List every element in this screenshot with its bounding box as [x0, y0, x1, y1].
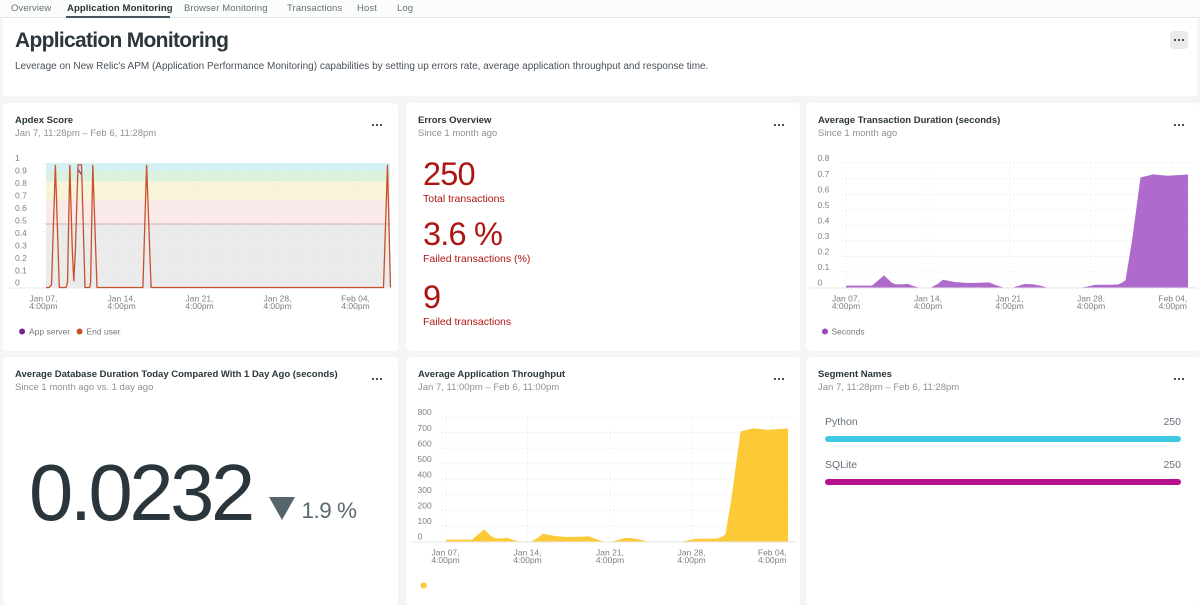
svg-text:4:00pm: 4:00pm [107, 301, 135, 311]
svg-text:400: 400 [418, 469, 432, 479]
svg-text:0.5: 0.5 [15, 215, 27, 225]
svg-text:4:00pm: 4:00pm [185, 301, 213, 311]
svg-text:0.7: 0.7 [818, 169, 830, 179]
svg-text:4:00pm: 4:00pm [1159, 301, 1187, 311]
svg-text:0.7: 0.7 [15, 191, 27, 201]
svg-text:0.2: 0.2 [15, 253, 27, 263]
svg-text:0.3: 0.3 [818, 231, 830, 241]
svg-text:4:00pm: 4:00pm [513, 555, 541, 565]
svg-text:4:00pm: 4:00pm [914, 301, 942, 311]
svg-text:4:00pm: 4:00pm [758, 555, 786, 565]
svg-text:0.1: 0.1 [818, 262, 830, 272]
svg-text:4:00pm: 4:00pm [263, 301, 291, 311]
svg-text:0.3: 0.3 [15, 240, 27, 250]
svg-text:4:00pm: 4:00pm [677, 555, 705, 565]
svg-text:0.5: 0.5 [818, 200, 830, 210]
svg-text:App server: App server [29, 327, 70, 337]
svg-text:1: 1 [15, 153, 20, 163]
svg-text:0.8: 0.8 [818, 153, 830, 163]
svg-text:Seconds: Seconds [832, 327, 865, 337]
svg-text:4:00pm: 4:00pm [1077, 301, 1105, 311]
svg-text:500: 500 [418, 454, 432, 464]
svg-text:200: 200 [418, 501, 432, 511]
svg-text:4:00pm: 4:00pm [29, 301, 57, 311]
svg-text:0.4: 0.4 [15, 228, 27, 238]
svg-text:0.6: 0.6 [15, 203, 27, 213]
svg-text:0.6: 0.6 [818, 184, 830, 194]
svg-text:700: 700 [418, 423, 432, 433]
svg-text:800: 800 [418, 407, 432, 417]
svg-text:4:00pm: 4:00pm [431, 555, 459, 565]
svg-text:0.8: 0.8 [15, 178, 27, 188]
svg-text:300: 300 [418, 485, 432, 495]
svg-text:4:00pm: 4:00pm [596, 555, 624, 565]
svg-text:600: 600 [418, 438, 432, 448]
svg-text:0.4: 0.4 [818, 215, 830, 225]
svg-text:4:00pm: 4:00pm [832, 301, 860, 311]
svg-text:0: 0 [15, 278, 20, 288]
svg-text:4:00pm: 4:00pm [995, 301, 1023, 311]
svg-text:0.9: 0.9 [15, 166, 27, 176]
svg-text:End user: End user [87, 327, 121, 337]
svg-text:0: 0 [818, 278, 823, 288]
svg-text:100: 100 [418, 516, 432, 526]
svg-text:0.2: 0.2 [818, 247, 830, 257]
svg-text:0.1: 0.1 [15, 265, 27, 275]
svg-text:0: 0 [418, 532, 423, 542]
svg-text:4:00pm: 4:00pm [341, 301, 369, 311]
